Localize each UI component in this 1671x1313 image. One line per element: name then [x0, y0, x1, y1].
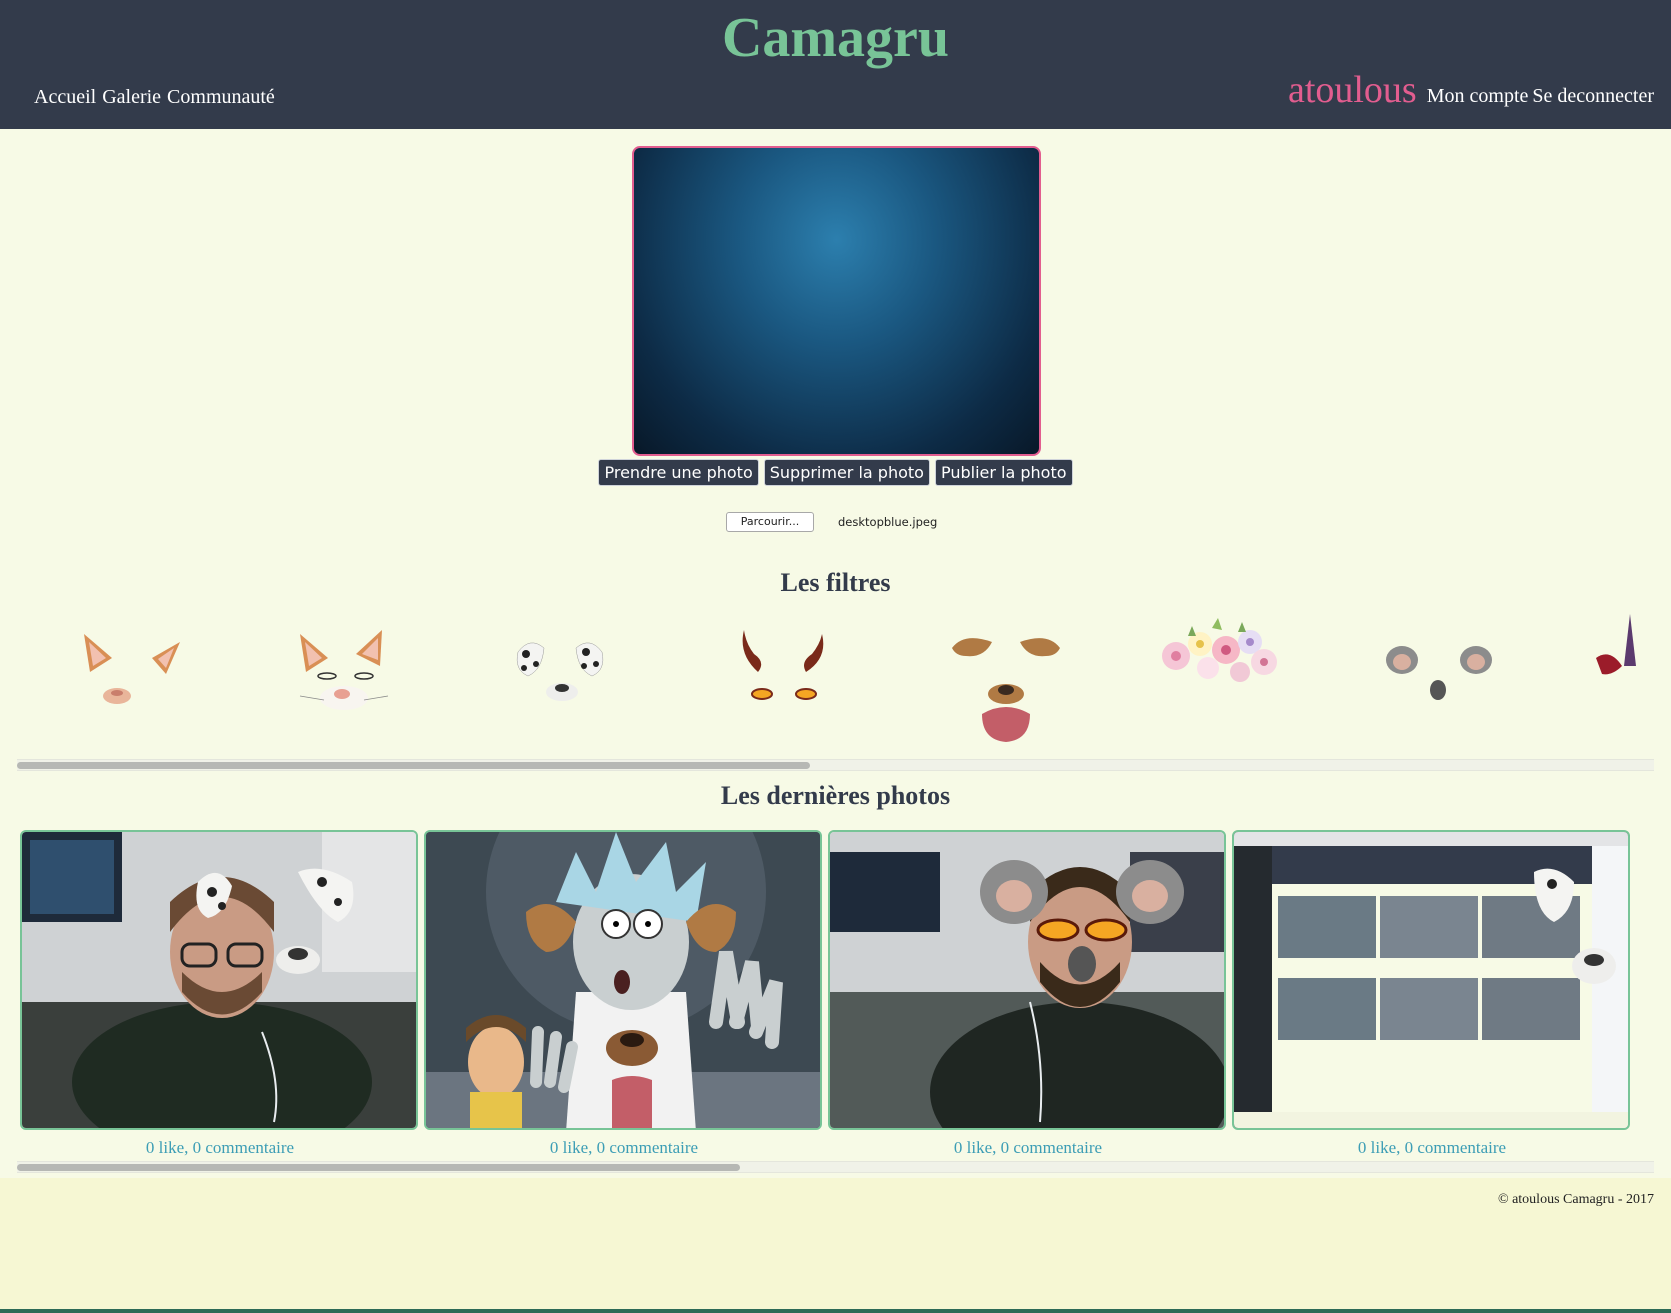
main-nav: Accueil Galerie Communauté — [34, 86, 281, 109]
dalmatian-icon — [516, 642, 604, 701]
cat-ears-icon — [84, 634, 180, 704]
photo-card: 0 like, 0 commentaire — [422, 830, 826, 1160]
filters-scrollbar[interactable] — [17, 759, 1654, 771]
photo-thumbnail[interactable] — [828, 830, 1226, 1130]
nav-galerie[interactable]: Galerie — [102, 86, 161, 108]
photo-stats[interactable]: 0 like, 0 commentaire — [18, 1138, 422, 1158]
photo-card: 0 like, 0 commentaire — [1230, 830, 1634, 1160]
white-cat-icon — [299, 630, 389, 710]
file-upload: Parcourir... desktopblue.jpeg — [726, 512, 937, 532]
dog-filter[interactable] — [934, 614, 1074, 754]
photo-card: 0 like, 0 commentaire — [826, 830, 1230, 1160]
unicorn-filter[interactable] — [1588, 614, 1654, 754]
photo-image — [1234, 832, 1628, 1128]
filters-title: Les filtres — [780, 568, 891, 597]
file-name: desktopblue.jpeg — [838, 515, 938, 529]
publish-photo-button[interactable]: Publier la photo — [934, 459, 1073, 486]
white-cat-filter[interactable] — [280, 614, 420, 754]
photos-title: Les dernières photos — [720, 781, 951, 810]
nav-se-deconnecter[interactable]: Se deconnecter — [1532, 85, 1654, 108]
nav-mon-compte[interactable]: Mon compte — [1427, 85, 1529, 108]
username: atoulous — [1287, 69, 1417, 111]
filters-scrollbar-thumb[interactable] — [17, 762, 810, 769]
devil-horns-icon — [742, 630, 824, 700]
photos-strip: 0 like, 0 commentaire 0 like, 0 commenta… — [18, 830, 1654, 1160]
photos-scrollbar[interactable] — [17, 1161, 1654, 1173]
footer: © atoulous Camagru - 2017 — [0, 1178, 1671, 1313]
camera-actions: Prendre une photo Supprimer la photo Pub… — [0, 459, 1671, 486]
photo-stats[interactable]: 0 like, 0 commentaire — [422, 1138, 826, 1158]
koala-icon — [1386, 646, 1492, 700]
photo-stats[interactable]: 0 like, 0 commentaire — [1230, 1138, 1634, 1158]
photo-image — [830, 832, 1224, 1128]
koala-filter[interactable] — [1370, 614, 1510, 754]
filters-strip — [18, 614, 1654, 760]
nav-communaute[interactable]: Communauté — [167, 86, 275, 108]
photo-card: 0 like, 0 commentaire — [18, 830, 422, 1160]
devil-filter[interactable] — [716, 614, 856, 754]
delete-photo-button[interactable]: Supprimer la photo — [763, 459, 930, 486]
user-nav: atoulous Mon compte Se deconnecter — [1288, 68, 1654, 112]
photo-image — [426, 832, 820, 1128]
photo-thumbnail[interactable] — [424, 830, 822, 1130]
photos-scrollbar-thumb[interactable] — [17, 1164, 740, 1171]
photo-stats[interactable]: 0 like, 0 commentaire — [826, 1138, 1230, 1158]
photo-preview — [632, 146, 1041, 456]
dalmatian-filter[interactable] — [498, 614, 638, 754]
footer-divider — [0, 1309, 1671, 1313]
take-photo-button[interactable]: Prendre une photo — [598, 459, 759, 486]
photo-thumbnail[interactable] — [1232, 830, 1630, 1130]
dog-icon — [952, 638, 1060, 742]
site-logo[interactable]: Camagru — [0, 4, 1671, 72]
photo-image — [22, 832, 416, 1128]
photo-thumbnail[interactable] — [20, 830, 418, 1130]
flower-crown-icon — [1162, 618, 1277, 682]
browse-button[interactable]: Parcourir... — [726, 512, 814, 532]
unicorn-icon — [1596, 614, 1636, 675]
header-bar: Camagru Accueil Galerie Communauté atoulou… — [0, 0, 1671, 129]
page: Camagru Accueil Galerie Communauté atoulou… — [0, 0, 1671, 1313]
footer-copyright: © atoulous Camagru - 2017 — [1497, 1192, 1654, 1207]
cat-ears-filter[interactable] — [62, 614, 202, 754]
nav-accueil[interactable]: Accueil — [34, 86, 96, 108]
flower-crown-filter[interactable] — [1152, 614, 1292, 754]
